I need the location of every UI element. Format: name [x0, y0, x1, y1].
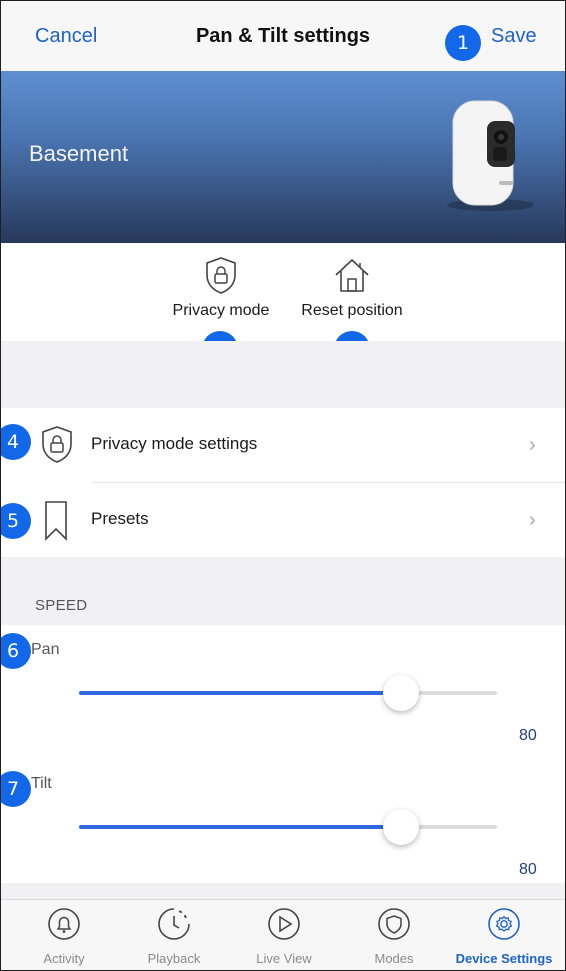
pan-value: 80	[519, 727, 537, 744]
tilt-value: 80	[519, 861, 537, 878]
camera-banner: Basement	[1, 71, 565, 243]
tab-device-settings[interactable]: Device Settings	[449, 906, 559, 966]
save-button[interactable]: Save	[491, 25, 537, 48]
shield-icon	[378, 908, 410, 940]
shield-lock-icon	[206, 257, 236, 294]
app-screen: Cancel Pan & Tilt settings Save 1 Baseme…	[0, 0, 566, 971]
privacy-mode-settings-row[interactable]: Privacy mode settings ›	[1, 408, 565, 482]
bottom-spacer	[1, 883, 565, 899]
tilt-slider[interactable]	[79, 809, 497, 845]
tab-activity-label: Activity	[43, 951, 85, 966]
tab-modes[interactable]: Modes	[339, 906, 449, 966]
tab-playback[interactable]: Playback	[119, 906, 229, 966]
speed-header: SPEED	[35, 597, 88, 614]
home-icon	[335, 258, 369, 292]
tab-modes-label: Modes	[374, 951, 414, 966]
presets-row[interactable]: Presets ›	[1, 483, 565, 557]
navigation-bar: Cancel Pan & Tilt settings Save	[1, 1, 565, 71]
bookmark-icon	[45, 501, 67, 541]
pan-slider[interactable]	[79, 675, 497, 711]
pan-slider-thumb[interactable]	[382, 675, 419, 711]
bell-icon	[48, 908, 80, 940]
camera-image	[447, 100, 533, 211]
shield-lock-icon	[42, 426, 72, 463]
quick-actions: Privacy mode Reset position	[1, 243, 565, 341]
camera-name: Basement	[29, 141, 129, 166]
play-icon	[268, 908, 300, 940]
tab-live-view-label: Live View	[256, 951, 312, 966]
privacy-mode-button[interactable]: Privacy mode	[161, 255, 281, 320]
chevron-right-icon: ›	[529, 434, 536, 456]
tab-activity[interactable]: Activity	[9, 906, 119, 966]
privacy-mode-settings-label: Privacy mode settings	[91, 434, 258, 453]
reset-position-label: Reset position	[301, 302, 403, 319]
pan-label: Pan	[31, 641, 60, 658]
privacy-mode-label: Privacy mode	[172, 302, 270, 319]
clock-icon	[158, 908, 190, 940]
chevron-right-icon: ›	[529, 509, 536, 531]
tab-bar: Activity Playback Live View Modes Device…	[1, 899, 565, 970]
presets-label: Presets	[91, 509, 149, 528]
tab-live-view[interactable]: Live View	[229, 906, 339, 966]
annotation-badge-1: 1	[445, 25, 481, 61]
tilt-slider-thumb[interactable]	[382, 809, 419, 845]
section-spacer	[1, 341, 565, 408]
reset-position-button[interactable]: Reset position	[289, 255, 415, 320]
speed-sliders: Pan 80 Tilt 80	[1, 625, 565, 901]
tab-device-settings-label: Device Settings	[455, 951, 553, 966]
gear-icon	[488, 908, 520, 940]
speed-section-header	[1, 557, 565, 625]
tab-playback-label: Playback	[147, 951, 201, 966]
tilt-slider-fill	[79, 825, 401, 829]
tilt-label: Tilt	[31, 775, 52, 792]
pan-slider-fill	[79, 691, 401, 695]
